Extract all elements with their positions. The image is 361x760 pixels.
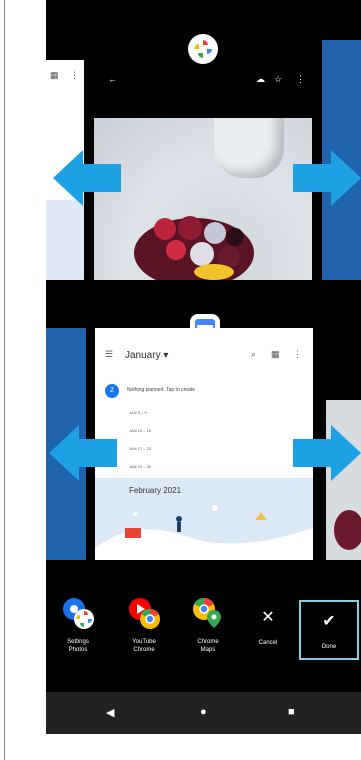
nav-recents-icon[interactable]: ■ — [288, 706, 295, 718]
month-selector[interactable]: January ▾ — [125, 350, 168, 361]
today-badge: 2 — [105, 384, 119, 398]
close-icon: ✕ — [261, 609, 275, 626]
card-strip — [46, 200, 84, 280]
calendar-app-card[interactable]: ☰ January ▾ ⌕ ▦ ⋮ 2 Nothing planned. Tap… — [95, 328, 313, 560]
more-icon[interactable]: ⋮ — [296, 74, 305, 85]
week-range: JAN 3 – 9 — [129, 410, 147, 415]
settings-photos-icon — [61, 596, 95, 630]
star-icon[interactable]: ☆ — [274, 74, 282, 85]
nothing-planned-text[interactable]: Nothing planned. Tap to create — [127, 387, 195, 393]
back-icon[interactable]: ← — [108, 74, 117, 84]
youtube-chrome-icon — [127, 596, 161, 630]
divider-line — [4, 0, 5, 760]
google-photos-icon — [188, 34, 218, 64]
week-range: JAN 10 – 16 — [129, 428, 152, 433]
done-button[interactable]: ✔ Done — [299, 600, 359, 660]
fruit-yellow — [194, 264, 234, 280]
week-range: JAN 17 – 23 — [129, 446, 152, 451]
berry — [226, 228, 244, 246]
chrome-maps-icon — [191, 596, 225, 630]
berry — [204, 222, 226, 244]
more-icon[interactable]: ⋮ — [293, 349, 302, 360]
swipe-right-arrow-icon — [293, 425, 361, 481]
calendar-view-icon[interactable]: ▦ — [271, 349, 280, 360]
photo-cup — [214, 118, 284, 178]
berry — [166, 240, 186, 260]
week-range: JAN 24 – 30 — [129, 464, 152, 469]
nav-home-icon[interactable]: ● — [200, 706, 207, 718]
nav-back-icon[interactable]: ◀ — [106, 706, 114, 719]
swipe-left-arrow-icon — [53, 150, 121, 206]
app-pair-label: Chrome Maps — [197, 639, 219, 653]
berry — [190, 242, 214, 266]
done-label: Done — [321, 644, 337, 650]
swipe-left-arrow-icon — [49, 425, 117, 481]
photo-berries — [334, 510, 361, 550]
cancel-label: Cancel — [258, 640, 278, 646]
check-icon: ✔ — [322, 613, 336, 630]
app-pair-settings-photos[interactable]: Settings Photos — [52, 596, 104, 654]
berry — [178, 216, 202, 240]
app-pair-label: Settings Photos — [67, 639, 89, 653]
february-banner[interactable]: February 2021 — [95, 478, 313, 560]
app-pair-chrome-maps[interactable]: Chrome Maps — [182, 596, 234, 654]
swipe-right-arrow-icon — [293, 150, 361, 206]
winter-illustration — [95, 505, 313, 560]
photos-app-card[interactable] — [94, 118, 312, 280]
cloud-icon[interactable]: ☁ — [256, 74, 265, 85]
phone-screen: ▦ ⋮ ← ☁ ☆ ⋮ 31 — [46, 0, 361, 734]
menu-icon[interactable]: ☰ — [105, 349, 113, 360]
more-icon: ⋮ — [70, 70, 79, 80]
calendar-icon: ▦ — [50, 70, 59, 80]
navigation-bar: ◀ ● ■ — [46, 692, 361, 734]
cancel-button[interactable]: ✕ Cancel — [238, 598, 298, 658]
app-pair-label: YouTube Chrome — [132, 639, 156, 653]
search-icon[interactable]: ⌕ — [251, 349, 256, 360]
berry — [154, 218, 176, 240]
app-pair-youtube-chrome[interactable]: YouTube Chrome — [118, 596, 170, 654]
